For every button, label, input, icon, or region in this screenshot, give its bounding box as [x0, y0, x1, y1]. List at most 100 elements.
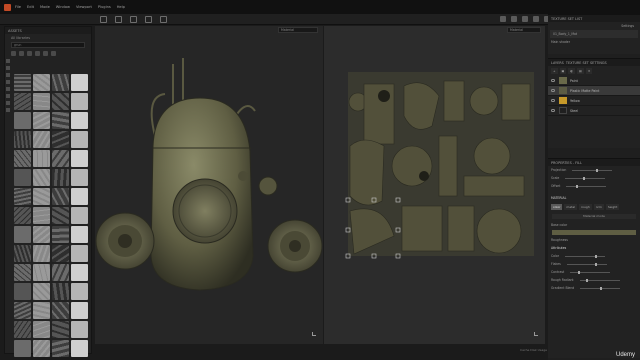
param-slider[interactable] [570, 270, 611, 274]
texture-thumbnail[interactable] [71, 245, 88, 262]
menu-help[interactable]: Help [117, 5, 125, 9]
texture-thumbnail[interactable] [71, 302, 88, 319]
menu-file[interactable]: File [15, 5, 21, 9]
viewport-3d[interactable]: Material [95, 26, 323, 344]
add-layer-icon[interactable]: + [551, 68, 558, 74]
menu-plugins[interactable]: Plugins [98, 5, 111, 9]
channel-tab-metal[interactable]: metal [564, 204, 578, 210]
viewport-2d[interactable]: Material [324, 26, 545, 344]
texture-thumbnail[interactable] [52, 93, 69, 110]
add-fill-icon[interactable]: ▣ [559, 68, 567, 74]
assets-breadcrumb[interactable]: All libraries [5, 34, 91, 41]
texture-thumbnail[interactable] [33, 169, 50, 186]
texture-thumbnail[interactable] [71, 283, 88, 300]
filter-icon[interactable] [11, 51, 16, 56]
channel-tab-rough[interactable]: rough [579, 204, 592, 210]
texture-thumbnail[interactable] [14, 74, 31, 91]
texture-thumbnail[interactable] [71, 226, 88, 243]
texture-thumbnail[interactable] [33, 150, 50, 167]
assets-search-input[interactable]: grun [11, 42, 85, 48]
category-icon[interactable] [6, 80, 10, 84]
texture-thumbnail[interactable] [14, 302, 31, 319]
texture-thumbnail[interactable] [14, 264, 31, 281]
texture-thumbnail[interactable] [14, 93, 31, 110]
texture-thumbnail[interactable] [33, 340, 50, 357]
texture-thumbnail[interactable] [33, 283, 50, 300]
filter-icon[interactable] [19, 51, 24, 56]
view-icon[interactable] [511, 16, 517, 22]
texture-thumbnail[interactable] [52, 226, 69, 243]
view-icon[interactable] [500, 16, 506, 22]
texture-thumbnail[interactable] [14, 207, 31, 224]
texture-thumbnail[interactable] [52, 245, 69, 262]
add-folder-icon[interactable]: ▤ [576, 68, 584, 74]
filter-icon[interactable] [27, 51, 32, 56]
texture-set-item[interactable]: 01_Body_1_Mat [550, 30, 638, 38]
texture-thumbnail[interactable] [71, 207, 88, 224]
tool-icon[interactable] [115, 16, 122, 23]
texture-thumbnail[interactable] [33, 321, 50, 338]
add-mask-icon[interactable]: ◐ [568, 68, 575, 74]
texture-thumbnail[interactable] [52, 112, 69, 129]
channel-tab-color[interactable]: color [551, 204, 563, 210]
texture-thumbnail[interactable] [52, 188, 69, 205]
texture-thumbnail[interactable] [33, 226, 50, 243]
filter-icon[interactable] [35, 51, 40, 56]
base-color-swatch[interactable] [552, 230, 636, 235]
view-icon[interactable] [522, 16, 528, 22]
channel-tab-nrm[interactable]: nrm [593, 204, 604, 210]
texture-thumbnail[interactable] [52, 131, 69, 148]
texture-thumbnail[interactable] [52, 340, 69, 357]
category-icon[interactable] [6, 73, 10, 77]
param-slider[interactable] [579, 278, 620, 282]
layer-item[interactable]: Paint [548, 76, 640, 86]
texture-thumbnail[interactable] [33, 131, 50, 148]
texture-thumbnail[interactable] [52, 264, 69, 281]
param-slider[interactable] [565, 254, 606, 258]
tool-icon[interactable] [100, 16, 107, 23]
texture-thumbnail[interactable] [52, 74, 69, 91]
texture-thumbnail[interactable] [71, 131, 88, 148]
texture-thumbnail[interactable] [14, 340, 31, 357]
param-slider[interactable] [566, 262, 607, 266]
texture-thumbnail[interactable] [52, 321, 69, 338]
offset-slider[interactable] [566, 184, 607, 188]
layer-item[interactable]: Yellow [548, 96, 640, 106]
menu-viewport[interactable]: Viewport [76, 5, 92, 9]
texture-set-settings-tab[interactable]: TEXTURE SET SETTINGS [566, 61, 607, 65]
texture-thumbnail[interactable] [14, 226, 31, 243]
texture-thumbnail[interactable] [33, 302, 50, 319]
material-mode-field[interactable]: Material mode [552, 214, 636, 219]
texture-thumbnail[interactable] [71, 93, 88, 110]
texture-thumbnail[interactable] [52, 207, 69, 224]
category-icon[interactable] [6, 87, 10, 91]
texture-thumbnail[interactable] [33, 207, 50, 224]
texture-thumbnail[interactable] [14, 283, 31, 300]
texture-thumbnail[interactable] [33, 264, 50, 281]
tool-icon[interactable] [145, 16, 152, 23]
texture-thumbnail[interactable] [52, 302, 69, 319]
texture-thumbnail[interactable] [71, 150, 88, 167]
texture-thumbnail[interactable] [14, 150, 31, 167]
visibility-icon[interactable] [551, 79, 555, 82]
delete-layer-icon[interactable]: ✕ [585, 68, 593, 74]
texture-thumbnail[interactable] [14, 245, 31, 262]
texture-thumbnail[interactable] [71, 74, 88, 91]
texture-thumbnail[interactable] [52, 150, 69, 167]
texture-thumbnail[interactable] [71, 112, 88, 129]
scale-slider[interactable] [565, 176, 606, 180]
category-icon[interactable] [6, 108, 10, 112]
category-icon[interactable] [6, 66, 10, 70]
texture-thumbnail[interactable] [33, 93, 50, 110]
texture-thumbnail[interactable] [71, 340, 88, 357]
texture-thumbnail[interactable] [71, 188, 88, 205]
texture-thumbnail[interactable] [33, 112, 50, 129]
texture-thumbnail[interactable] [14, 112, 31, 129]
menu-window[interactable]: Window [56, 5, 70, 9]
layer-item[interactable]: Steel [548, 106, 640, 116]
category-icon[interactable] [6, 101, 10, 105]
texture-thumbnail[interactable] [71, 321, 88, 338]
visibility-icon[interactable] [551, 99, 555, 102]
param-slider[interactable] [580, 286, 621, 290]
layer-item-selected[interactable]: Plastic Matte Paint [548, 86, 640, 96]
